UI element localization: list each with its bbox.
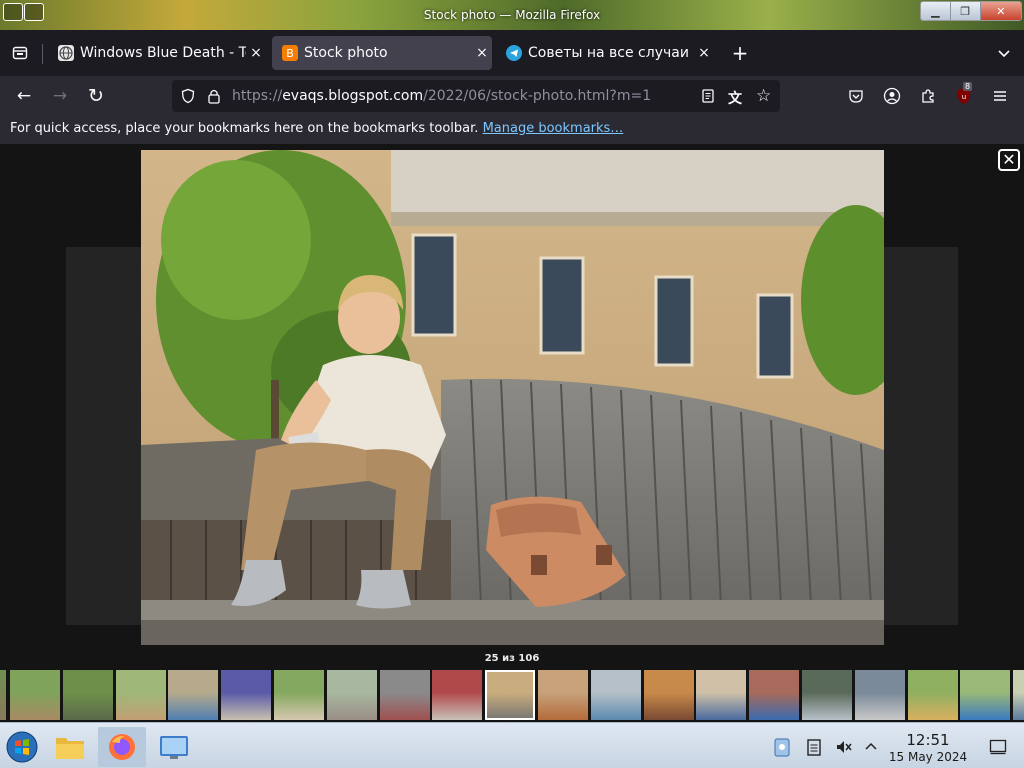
maximize-button[interactable]: ❐ xyxy=(950,2,981,20)
tab-label: Windows Blue Death - Te xyxy=(80,45,246,61)
desktop-screen: Stock photo — Mozilla Firefox ▁ ❐ ✕ Wind… xyxy=(0,0,1024,768)
taskbar: 12:51 15 May 2024 xyxy=(0,722,1024,768)
thumbnail[interactable] xyxy=(1013,670,1024,720)
list-all-tabs-button[interactable] xyxy=(990,39,1018,67)
thumbnail-strip xyxy=(0,668,1024,722)
thumbnail[interactable] xyxy=(644,670,694,720)
ublock-origin-icon[interactable]: u 8 xyxy=(950,82,978,110)
minimize-button[interactable]: ▁ xyxy=(921,2,951,20)
close-tab-icon[interactable]: × xyxy=(246,45,266,61)
app-menu-hamburger-icon[interactable] xyxy=(986,82,1014,110)
stock-photo-boy-on-bench xyxy=(141,150,884,645)
window-title: Stock photo — Mozilla Firefox xyxy=(423,8,601,22)
thumbnail[interactable] xyxy=(221,670,271,720)
pocket-icon[interactable] xyxy=(842,82,870,110)
thumbnail[interactable] xyxy=(485,670,535,720)
url-path: /2022/06/stock-photo.html?m=1 xyxy=(423,88,652,104)
tab-sovety[interactable]: Советы на все случаи ж × xyxy=(496,36,714,70)
thumbnail[interactable] xyxy=(0,670,6,720)
tab-strip: Windows Blue Death - Te × B Stock photo … xyxy=(0,30,1024,76)
extension-badge: 8 xyxy=(963,82,973,91)
blogger-icon: B xyxy=(282,45,298,61)
lightbox-close-button[interactable]: ✕ xyxy=(998,149,1020,171)
thumbnail[interactable] xyxy=(908,670,958,720)
tab-label: Stock photo xyxy=(304,45,388,61)
firefox-taskbar-icon[interactable] xyxy=(98,727,146,767)
account-icon[interactable] xyxy=(878,82,906,110)
thumbnail[interactable] xyxy=(10,670,60,720)
tray-expand-icon[interactable] xyxy=(860,727,882,767)
window-titlebar[interactable]: Stock photo — Mozilla Firefox ▁ ❐ ✕ xyxy=(0,0,1024,30)
start-button[interactable] xyxy=(4,727,40,767)
thumbnail[interactable] xyxy=(168,670,218,720)
close-tab-icon[interactable]: × xyxy=(694,45,714,61)
bookmarks-toolbar: For quick access, place your bookmarks h… xyxy=(0,116,1024,144)
window-controls: ▁ ❐ ✕ xyxy=(920,1,1022,21)
thumbnail[interactable] xyxy=(274,670,324,720)
lock-icon[interactable] xyxy=(206,87,222,109)
navigation-toolbar: ← → ↻ https://evaqs.blogspot.com/2022/06… xyxy=(0,76,1024,116)
svg-text:u: u xyxy=(962,93,966,101)
clipboard-tray-icon[interactable] xyxy=(770,727,794,767)
thumbnail[interactable] xyxy=(63,670,113,720)
thumbnail[interactable] xyxy=(538,670,588,720)
thumbnail[interactable] xyxy=(960,670,1010,720)
thumbnail[interactable] xyxy=(749,670,799,720)
translate-icon[interactable]: 文 xyxy=(728,88,742,108)
url-scheme: https:// xyxy=(232,88,283,104)
page-content: ✕ 25 из 106 xyxy=(0,144,1024,722)
url-text[interactable]: https://evaqs.blogspot.com/2022/06/stock… xyxy=(232,88,651,104)
manage-bookmarks-link[interactable]: Manage bookmarks… xyxy=(483,121,624,136)
thumbnail[interactable] xyxy=(855,670,905,720)
control-panel-icon[interactable] xyxy=(156,727,192,767)
back-button[interactable]: ← xyxy=(10,82,38,110)
thumbnail[interactable] xyxy=(327,670,377,720)
extensions-puzzle-icon[interactable] xyxy=(914,82,942,110)
tab-windows-blue-death[interactable]: Windows Blue Death - Te × xyxy=(48,36,266,70)
reload-button[interactable]: ↻ xyxy=(82,82,110,110)
clock-date: 15 May 2024 xyxy=(888,750,968,764)
globe-icon xyxy=(58,45,74,61)
thumbnail[interactable] xyxy=(116,670,166,720)
clock-time: 12:51 xyxy=(906,731,950,749)
tab-label: Советы на все случаи ж xyxy=(528,45,694,61)
thumbnail[interactable] xyxy=(380,670,430,720)
reader-view-icon[interactable] xyxy=(700,88,716,108)
new-tab-button[interactable]: + xyxy=(726,39,754,67)
thumbnail[interactable] xyxy=(432,670,482,720)
close-tab-icon[interactable]: × xyxy=(472,45,492,61)
thumbnail[interactable] xyxy=(696,670,746,720)
url-host: evaqs.blogspot.com xyxy=(282,88,424,104)
image-counter: 25 из 106 xyxy=(484,653,540,664)
bookmarks-hint-text: For quick access, place your bookmarks h… xyxy=(10,121,479,136)
volume-muted-icon[interactable] xyxy=(832,727,856,767)
telegram-icon xyxy=(506,45,522,61)
bookmark-star-icon[interactable]: ☆ xyxy=(756,86,771,106)
close-window-button[interactable]: ✕ xyxy=(980,2,1021,20)
thumbnail[interactable] xyxy=(591,670,641,720)
firefox-view-icon[interactable] xyxy=(6,39,34,67)
show-desktop-icon[interactable] xyxy=(986,727,1010,767)
file-manager-icon[interactable] xyxy=(52,727,88,767)
forward-button[interactable]: → xyxy=(46,82,74,110)
thumbnail[interactable] xyxy=(802,670,852,720)
tracking-shield-icon[interactable] xyxy=(180,88,196,108)
taskbar-clock[interactable]: 12:51 15 May 2024 xyxy=(888,731,968,764)
lightbox-image[interactable] xyxy=(141,150,884,645)
url-bar[interactable]: https://evaqs.blogspot.com/2022/06/stock… xyxy=(172,80,780,112)
notes-tray-icon[interactable] xyxy=(802,727,826,767)
tab-stock-photo[interactable]: B Stock photo × xyxy=(272,36,492,70)
